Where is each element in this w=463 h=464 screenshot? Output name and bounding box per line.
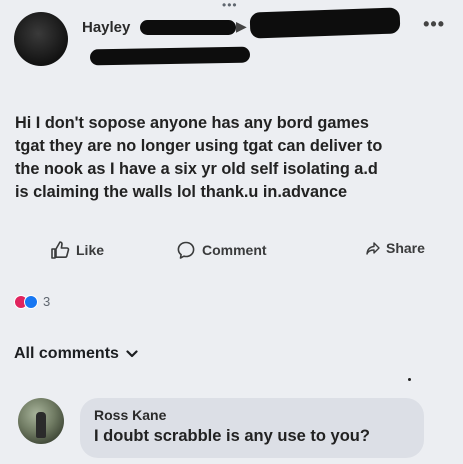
post-card: ••• Hayley ▶ ••• Hi I don't sopose anyon… <box>0 0 463 464</box>
comment-filter-label: All comments <box>14 345 119 362</box>
arrow-icon: ▶ <box>236 18 247 34</box>
more-dots-icon[interactable]: ••• <box>423 14 445 35</box>
share-button[interactable]: Share <box>366 240 425 256</box>
chevron-down-icon <box>126 349 138 359</box>
author-name[interactable]: Hayley <box>82 19 130 36</box>
speech-bubble-icon <box>176 240 196 260</box>
reaction-count: 3 <box>43 294 51 309</box>
author-row: Hayley <box>82 16 130 38</box>
comment-author[interactable]: Ross Kane <box>94 407 166 423</box>
like-reaction-icon <box>24 294 38 309</box>
redaction-bar <box>249 7 401 39</box>
redaction-bar <box>140 20 236 35</box>
share-icon <box>366 241 380 255</box>
speck <box>408 378 411 381</box>
author-avatar[interactable] <box>14 12 68 66</box>
comment-text: I doubt scrabble is any use to you? <box>94 427 370 445</box>
top-menu-dots-icon: ••• <box>222 0 238 12</box>
comment-filter-dropdown[interactable]: All comments <box>14 345 138 363</box>
thumbs-up-icon <box>50 240 70 260</box>
post-text: Hi I don't sopose anyone has any bord ga… <box>15 114 383 201</box>
comment-bubble: Ross Kane I doubt scrabble is any use to… <box>80 398 424 458</box>
comment-button[interactable]: Comment <box>176 240 267 260</box>
commenter-avatar[interactable] <box>18 398 64 444</box>
reactions-summary[interactable]: 3 <box>14 294 50 309</box>
comment-label: Comment <box>202 242 267 258</box>
share-label: Share <box>386 240 425 256</box>
action-bar: Like Comment Share <box>0 240 463 270</box>
like-label: Like <box>76 242 105 258</box>
like-button[interactable]: Like <box>50 240 104 260</box>
redaction-bar <box>89 46 251 66</box>
avatar-figure <box>36 412 46 438</box>
